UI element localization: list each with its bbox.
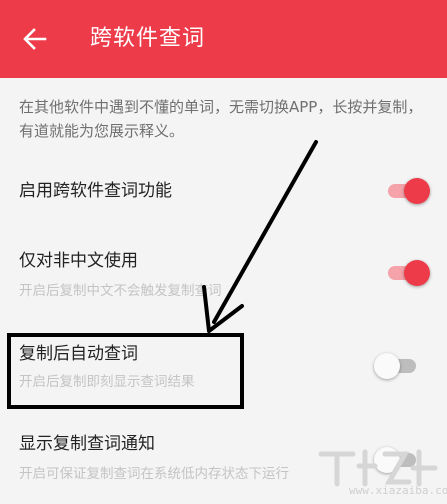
toggle-knob (374, 353, 400, 379)
toggle-knob (404, 178, 430, 204)
app-bar: 跨软件查词 (0, 0, 447, 78)
back-arrow-icon (23, 28, 47, 50)
toggle-knob (404, 260, 430, 286)
enable-cross-app-toggle[interactable] (384, 176, 430, 206)
watermark-url: www.xiazaiba.com (349, 484, 447, 497)
watermark-logo: www.xiazaiba.com (313, 444, 447, 500)
setting-enable-title: 启用跨软件查词功能 (19, 181, 172, 201)
page-title: 跨软件查词 (90, 26, 206, 51)
setting-notification-subtitle: 开启可保证复制查词在系统低内存状态下运行 (19, 466, 289, 482)
auto-lookup-toggle[interactable] (374, 351, 420, 381)
annotation-highlight-box (7, 333, 244, 409)
setting-notification-title: 显示复制查词通知 (19, 434, 155, 454)
non-chinese-only-toggle[interactable] (384, 258, 430, 288)
feature-description: 在其他软件中遇到不懂的单词，无需切换APP，长按并复制，有道就能为您展示释义。 (19, 98, 423, 140)
back-button[interactable] (20, 24, 50, 54)
setting-non-chinese-subtitle: 开启后复制中文不会触发复制查词 (19, 283, 222, 299)
setting-non-chinese-title: 仅对非中文使用 (19, 251, 138, 271)
